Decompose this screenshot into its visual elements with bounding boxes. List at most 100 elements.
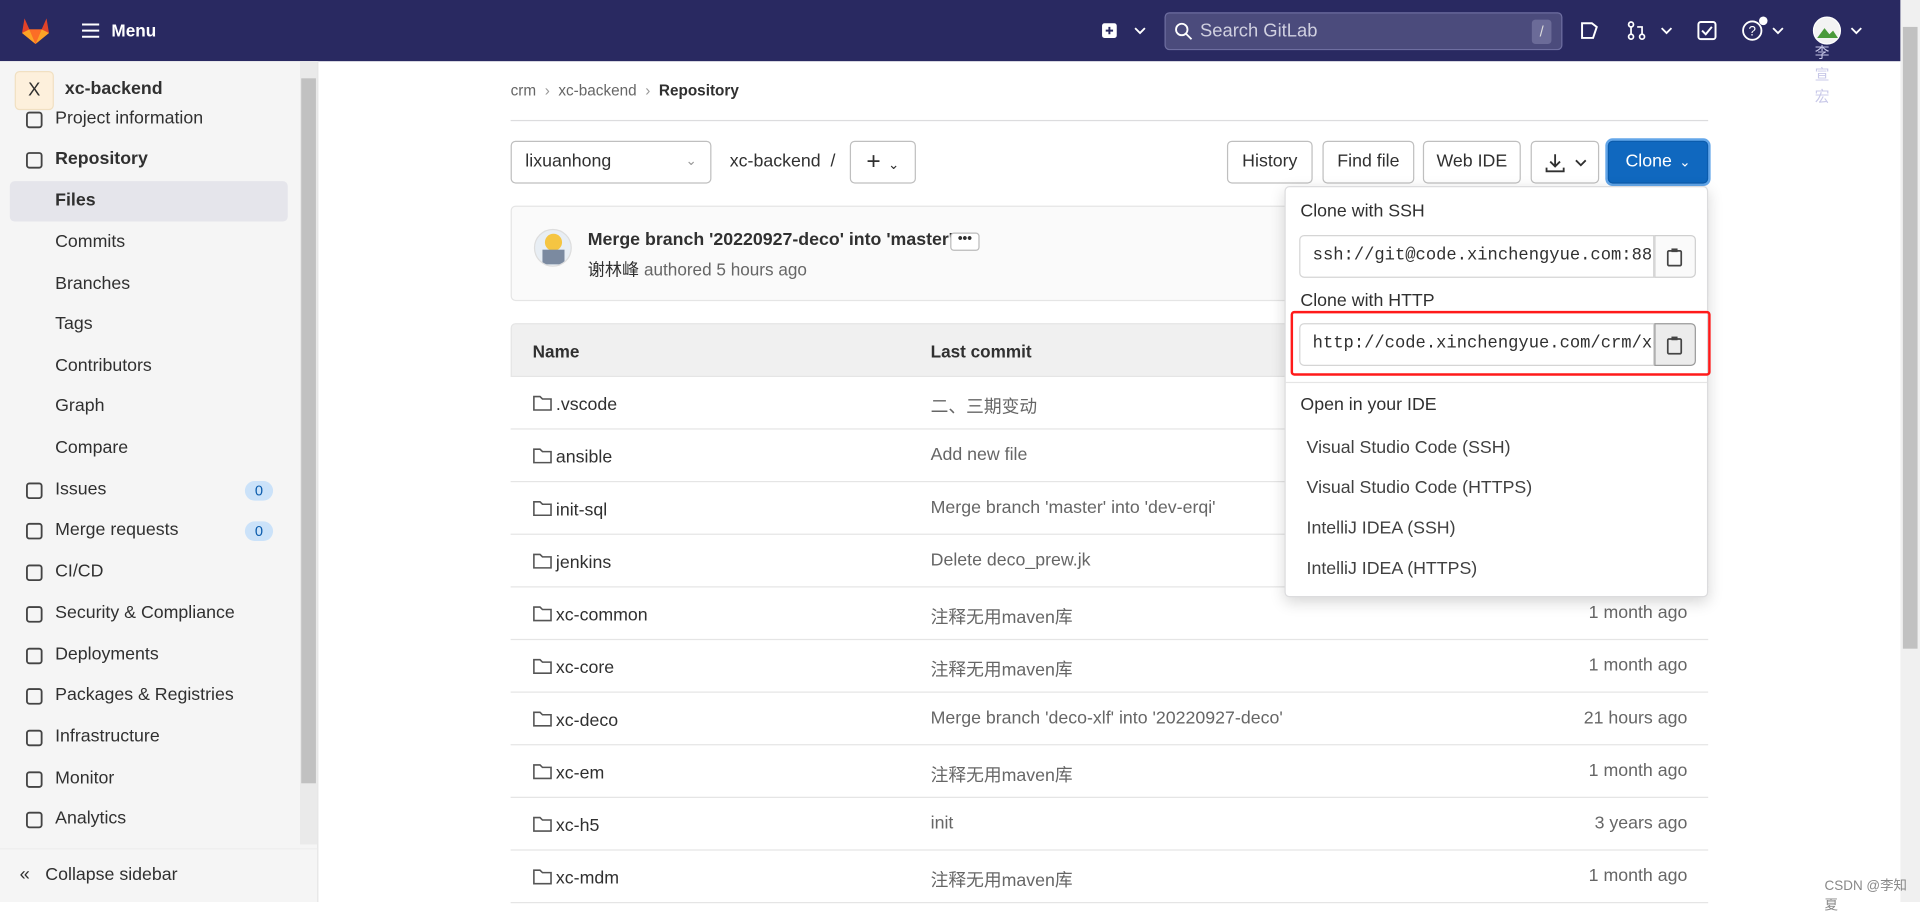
- file-name-link[interactable]: xc-mdm: [533, 867, 619, 889]
- column-name: Name: [532, 341, 580, 362]
- file-name-link[interactable]: jenkins: [533, 551, 611, 573]
- merge-request-icon: [24, 521, 44, 541]
- folder-name: xc-mdm: [555, 868, 620, 889]
- sidebar-item-monitor[interactable]: Monitor: [10, 759, 288, 799]
- commit-author-avatar[interactable]: [533, 228, 572, 267]
- menu-label: Menu: [111, 20, 157, 41]
- help-icon[interactable]: ?: [1741, 16, 1790, 43]
- path-root[interactable]: xc-backend: [730, 152, 821, 172]
- page-scrollbar-thumb[interactable]: [1902, 26, 1918, 649]
- search-input[interactable]: Search GitLab /: [1164, 12, 1563, 51]
- find-file-button[interactable]: Find file: [1322, 140, 1415, 184]
- open-in-ide-label: Open in your IDE: [1300, 395, 1437, 415]
- sidebar-item-merge-requests[interactable]: Merge requests 0: [10, 510, 288, 550]
- repository-icon: [24, 151, 44, 171]
- commit-title[interactable]: Merge branch '20220927-deco' into 'maste…: [588, 230, 953, 250]
- file-name-link[interactable]: xc-core: [533, 656, 614, 678]
- chart-icon: [24, 810, 44, 830]
- breadcrumb-project[interactable]: xc-backend: [558, 82, 636, 99]
- sidebar-item-contributors[interactable]: Contributors: [10, 346, 288, 386]
- sidebar-item-tags[interactable]: Tags: [10, 305, 288, 345]
- avatar-alt-text: 李宣宏: [1814, 44, 1830, 106]
- commit-message-link[interactable]: 注释无用maven库: [931, 656, 1073, 682]
- sidebar-item-deployments[interactable]: Deployments: [10, 635, 288, 675]
- sidebar-item-files[interactable]: Files: [9, 181, 288, 222]
- breadcrumb-current: Repository: [658, 82, 739, 100]
- collapse-sidebar-button[interactable]: « Collapse sidebar: [0, 848, 318, 903]
- add-to-tree-button[interactable]: + ⌄: [849, 140, 916, 184]
- repo-path: xc-backend /: [730, 152, 836, 172]
- sidebar-item-repository[interactable]: Repository: [10, 140, 288, 180]
- sidebar-scrollbar[interactable]: [300, 61, 318, 845]
- ide-intellij-https[interactable]: IntelliJ IDEA (HTTPS): [1307, 559, 1478, 579]
- commit-message-link[interactable]: Add new file: [931, 445, 1028, 465]
- file-name-link[interactable]: ansible: [533, 445, 612, 468]
- sidebar-item-security-compliance[interactable]: Security & Compliance: [10, 594, 288, 634]
- file-name-link[interactable]: init-sql: [533, 498, 607, 520]
- table-row[interactable]: xc-deco Merge branch 'deco-xlf' into '202…: [510, 693, 1709, 746]
- sidebar-item-packages-registries[interactable]: Packages & Registries: [10, 676, 288, 716]
- ide-intellij-ssh[interactable]: IntelliJ IDEA (SSH): [1307, 519, 1456, 539]
- clone-button[interactable]: Clone ⌄: [1607, 140, 1709, 184]
- table-row[interactable]: xc-h5 init 3 years ago: [510, 798, 1709, 851]
- deployments-icon: [24, 646, 44, 666]
- sidebar-item-branches[interactable]: Branches: [10, 264, 288, 304]
- table-row[interactable]: xc-core 注释无用maven库 1 month ago: [510, 640, 1709, 693]
- sidebar-item-label: Analytics: [55, 808, 127, 829]
- file-name-link[interactable]: .vscode: [533, 393, 617, 415]
- sidebar-item-ci-cd[interactable]: CI/CD: [10, 552, 288, 592]
- table-row[interactable]: xc-em 注释无用maven库 1 month ago: [510, 745, 1709, 798]
- file-name-link[interactable]: xc-deco: [533, 709, 618, 731]
- table-row[interactable]: xc-mdm 注释无用maven库 1 month ago: [510, 851, 1709, 904]
- new-item-icon[interactable]: [1101, 21, 1150, 41]
- todo-icon[interactable]: [1697, 21, 1717, 41]
- clone-dropdown: Clone with SSH ssh://git@code.xinchengyu…: [1284, 186, 1709, 598]
- commit-time: 1 month ago: [1588, 761, 1688, 781]
- sidebar-item-issues[interactable]: Issues 0: [10, 470, 288, 510]
- commit-message-link[interactable]: 二、三期变动: [931, 393, 1038, 419]
- svg-text:?: ?: [1749, 23, 1756, 38]
- sidebar-item-analytics[interactable]: Analytics: [10, 799, 288, 831]
- commit-message-link[interactable]: init: [931, 814, 954, 834]
- folder-icon: [533, 445, 553, 465]
- package-icon: [24, 687, 44, 707]
- file-name-link[interactable]: xc-h5: [533, 814, 599, 836]
- ide-vscode-ssh[interactable]: Visual Studio Code (SSH): [1307, 438, 1511, 458]
- toggle-description-button[interactable]: •••: [950, 232, 980, 251]
- commit-message-link[interactable]: Delete deco_prew.jk: [931, 551, 1091, 571]
- folder-icon: [533, 761, 553, 781]
- merge-requests-icon[interactable]: [1627, 21, 1676, 41]
- column-last-commit: Last commit: [930, 341, 1032, 362]
- sidebar-item-infrastructure[interactable]: Infrastructure: [10, 717, 288, 757]
- plus-icon: +: [866, 148, 881, 176]
- watermark: CSDN @李知夏: [1824, 878, 1908, 914]
- copy-ssh-button[interactable]: [1654, 234, 1696, 278]
- ide-vscode-https[interactable]: Visual Studio Code (HTTPS): [1307, 479, 1533, 499]
- folder-icon: [533, 656, 553, 676]
- commit-message-link[interactable]: Merge branch 'master' into 'dev-erqi': [931, 498, 1216, 518]
- file-name-link[interactable]: xc-em: [533, 761, 604, 783]
- commit-message-link[interactable]: 注释无用maven库: [931, 867, 1073, 893]
- breadcrumb-crm[interactable]: crm: [511, 82, 537, 99]
- branch-selector[interactable]: lixuanhong ⌄: [510, 140, 712, 184]
- history-button[interactable]: History: [1226, 140, 1313, 184]
- sidebar-item-graph[interactable]: Graph: [10, 387, 288, 427]
- sidebar-item-commits[interactable]: Commits: [10, 223, 288, 263]
- project-name[interactable]: xc-backend: [65, 80, 163, 100]
- sidebar-item-project-information[interactable]: Project information: [10, 99, 288, 139]
- download-button[interactable]: [1530, 140, 1600, 184]
- file-name-link[interactable]: xc-common: [533, 603, 648, 625]
- commit-message-link[interactable]: 注释无用maven库: [931, 761, 1073, 787]
- sidebar-item-compare[interactable]: Compare: [10, 428, 288, 468]
- ssh-url-input[interactable]: ssh://git@code.xinchengyue.com:88/: [1299, 234, 1655, 278]
- sidebar-scrollbar-thumb[interactable]: [301, 78, 316, 784]
- issues-icon[interactable]: [1580, 21, 1600, 41]
- page-scrollbar[interactable]: [1900, 0, 1920, 903]
- commit-author[interactable]: 谢林峰: [588, 259, 639, 279]
- gitlab-logo-icon[interactable]: [20, 15, 52, 47]
- sidebar-item-label: Graph: [55, 396, 105, 417]
- chevron-down-icon: ⌄: [888, 157, 900, 173]
- commit-message-link[interactable]: Merge branch 'deco-xlf' into '20220927-d…: [931, 709, 1283, 729]
- web-ide-button[interactable]: Web IDE: [1422, 140, 1521, 184]
- commit-message-link[interactable]: 注释无用maven库: [931, 603, 1073, 629]
